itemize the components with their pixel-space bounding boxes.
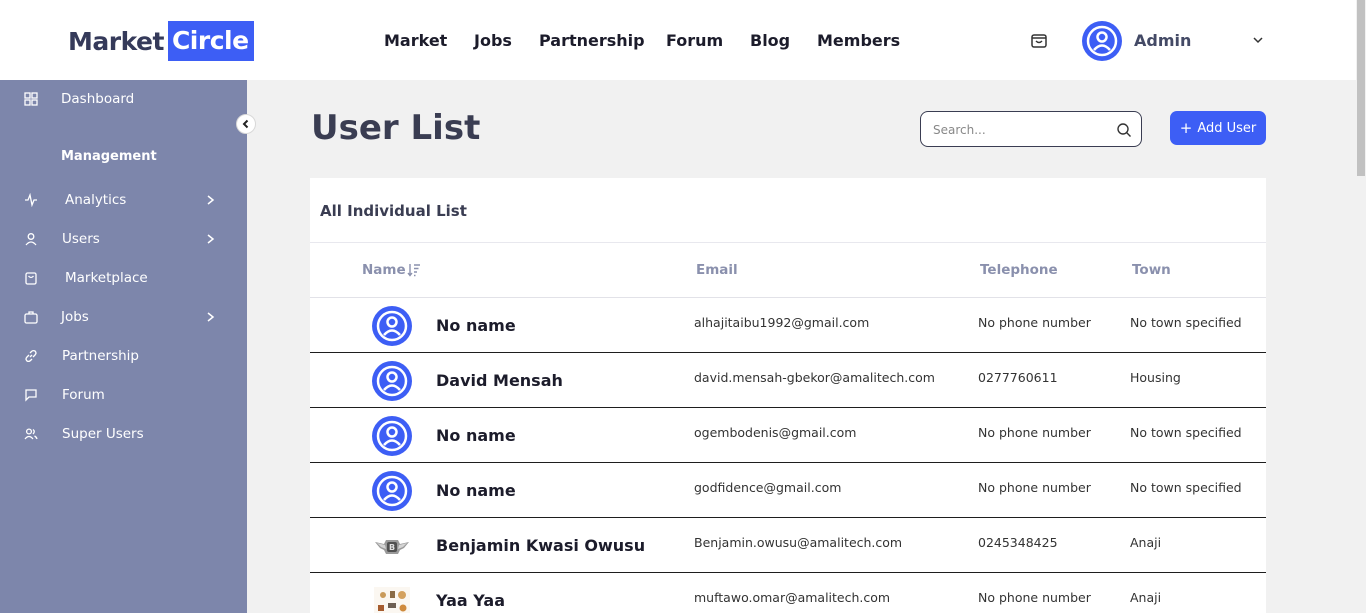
user-name: No name <box>436 481 516 500</box>
user-telephone: No phone number <box>978 480 1091 495</box>
nav-partnership[interactable]: Partnership <box>539 31 645 50</box>
page-scrollbar[interactable] <box>1356 0 1366 613</box>
chevron-left-icon <box>242 119 249 129</box>
user-town: Anaji <box>1130 590 1162 605</box>
plus-icon: + <box>1179 119 1193 137</box>
user-name: No name <box>436 316 516 335</box>
sidebar-item-super-users[interactable]: Super Users <box>0 419 247 449</box>
user-name: Yaa Yaa <box>436 591 505 610</box>
user-email: ogembodenis@gmail.com <box>694 425 857 440</box>
table-row[interactable]: No name godfidence@gmail.com No phone nu… <box>310 463 1266 518</box>
sidebar-item-label: Super Users <box>62 426 144 442</box>
link-icon <box>25 349 37 363</box>
user-name: Benjamin Kwasi Owusu <box>436 536 646 555</box>
top-header: Market Circle Market Jobs Partnership Fo… <box>0 0 1356 80</box>
table-row[interactable]: No name alhajitaibu1992@gmail.com No pho… <box>310 298 1266 353</box>
nav-jobs[interactable]: Jobs <box>474 31 512 50</box>
user-email: muftawo.omar@amalitech.com <box>694 590 891 605</box>
user-town: No town specified <box>1130 480 1242 495</box>
table-row[interactable]: Yaa Yaa muftawo.omar@amalitech.com No ph… <box>310 573 1266 613</box>
user-avatar-icon <box>372 416 412 456</box>
user-town: Anaji <box>1130 535 1162 550</box>
divider <box>310 242 1266 243</box>
nav-members[interactable]: Members <box>817 31 900 50</box>
card-title: All Individual List <box>320 202 467 220</box>
grid-icon <box>24 92 38 106</box>
user-email: david.mensah-gbekor@amalitech.com <box>694 370 935 385</box>
sidebar-collapse-button[interactable] <box>236 114 256 134</box>
logo-circle-text: Circle <box>167 21 254 61</box>
message-icon <box>25 389 37 402</box>
user-town: No town specified <box>1130 425 1242 440</box>
user-avatar-icon <box>372 471 412 511</box>
chevron-right-icon <box>207 312 215 322</box>
sidebar-item-marketplace[interactable]: Marketplace <box>0 263 247 293</box>
column-header-email[interactable]: Email <box>696 262 738 278</box>
sidebar-item-label: Marketplace <box>65 270 148 286</box>
add-user-button[interactable]: + Add User <box>1170 111 1266 145</box>
nav-blog[interactable]: Blog <box>750 31 790 50</box>
sidebar-item-analytics[interactable]: Analytics <box>0 185 247 215</box>
sidebar-item-forum[interactable]: Forum <box>0 380 247 410</box>
user-town: No town specified <box>1130 315 1242 330</box>
search-input[interactable] <box>933 120 1103 140</box>
admin-avatar-icon[interactable] <box>1082 21 1122 61</box>
sidebar-item-partnership[interactable]: Partnership <box>0 341 247 371</box>
sidebar-item-jobs[interactable]: Jobs <box>0 302 247 332</box>
sidebar-item-label: Partnership <box>62 348 139 364</box>
column-header-telephone[interactable]: Telephone <box>980 262 1058 278</box>
user-photo <box>374 587 410 613</box>
activity-icon <box>25 193 37 207</box>
user-telephone: No phone number <box>978 590 1091 605</box>
user-telephone: No phone number <box>978 315 1091 330</box>
user-email: Benjamin.owusu@amalitech.com <box>694 535 903 550</box>
user-email: godfidence@gmail.com <box>694 480 842 495</box>
user-telephone: No phone number <box>978 425 1091 440</box>
logo-market-text: Market <box>68 26 164 56</box>
chevron-down-icon[interactable] <box>1252 35 1264 45</box>
sidebar-item-label: Forum <box>62 387 105 403</box>
user-town: Housing <box>1130 370 1181 385</box>
svg-text:B: B <box>389 543 395 552</box>
user-icon <box>25 233 37 246</box>
user-name: No name <box>436 426 516 445</box>
user-email: alhajitaibu1992@gmail.com <box>694 315 870 330</box>
sidebar-heading: Management <box>61 149 157 164</box>
sidebar-item-label: Analytics <box>65 192 127 208</box>
briefcase-icon <box>24 311 38 324</box>
user-list-card: All Individual List Name Email Telephone… <box>310 178 1266 613</box>
column-header-town[interactable]: Town <box>1132 262 1171 278</box>
user-telephone: 0245348425 <box>978 535 1058 550</box>
sidebar-item-label: Dashboard <box>61 91 135 107</box>
user-photo: B <box>375 540 409 554</box>
user-avatar-icon <box>372 361 412 401</box>
table-row[interactable]: B Benjamin Kwasi Owusu Benjamin.owusu@am… <box>310 518 1266 573</box>
chevron-right-icon <box>207 195 215 205</box>
sidebar-item-dashboard[interactable]: Dashboard <box>0 84 247 114</box>
logo[interactable]: Market Circle <box>68 21 254 61</box>
sort-icon[interactable] <box>407 263 421 277</box>
search-box <box>920 111 1142 147</box>
bag-icon <box>25 272 37 285</box>
shopping-bag-icon[interactable] <box>1030 31 1048 49</box>
admin-name[interactable]: Admin <box>1134 31 1191 50</box>
sidebar-item-label: Users <box>62 231 100 247</box>
sidebar-item-label: Jobs <box>61 309 89 325</box>
nav-market[interactable]: Market <box>384 31 447 50</box>
sidebar-item-users[interactable]: Users <box>0 224 247 254</box>
table-row[interactable]: No name ogembodenis@gmail.com No phone n… <box>310 408 1266 463</box>
add-user-label: Add User <box>1197 120 1257 136</box>
user-avatar-icon <box>372 306 412 346</box>
user-name: David Mensah <box>436 371 563 390</box>
page-title: User List <box>311 108 481 148</box>
sidebar: Dashboard Management Analytics Users Mar… <box>0 80 247 613</box>
search-icon[interactable] <box>1116 122 1132 138</box>
users-icon <box>24 428 38 440</box>
scrollbar-thumb[interactable] <box>1357 0 1365 176</box>
user-telephone: 0277760611 <box>978 370 1058 385</box>
table-row[interactable]: David Mensah david.mensah-gbekor@amalite… <box>310 353 1266 408</box>
chevron-right-icon <box>207 234 215 244</box>
nav-forum[interactable]: Forum <box>666 31 723 50</box>
column-header-name[interactable]: Name <box>362 262 406 278</box>
